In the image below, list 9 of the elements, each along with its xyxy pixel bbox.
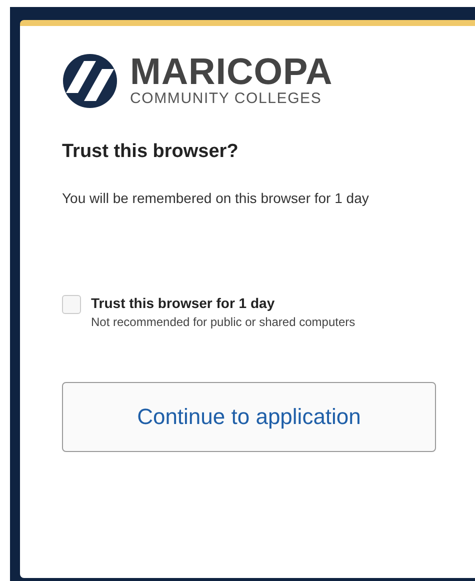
continue-button[interactable]: Continue to application xyxy=(62,382,436,452)
trust-checkbox[interactable] xyxy=(62,294,81,314)
logo-icon xyxy=(62,53,118,109)
heading: Trust this browser? xyxy=(62,140,240,164)
trust-label: Trust this browser for 1 day xyxy=(91,294,276,312)
logo-name: MARICOPA xyxy=(130,54,333,90)
message: You will be remembered on this browser for 1 day xyxy=(62,188,370,208)
trust-hint: Not recommended for public or shared computers xyxy=(91,314,356,330)
logo-subtitle: COMMUNITY COLLEGES xyxy=(130,90,323,108)
